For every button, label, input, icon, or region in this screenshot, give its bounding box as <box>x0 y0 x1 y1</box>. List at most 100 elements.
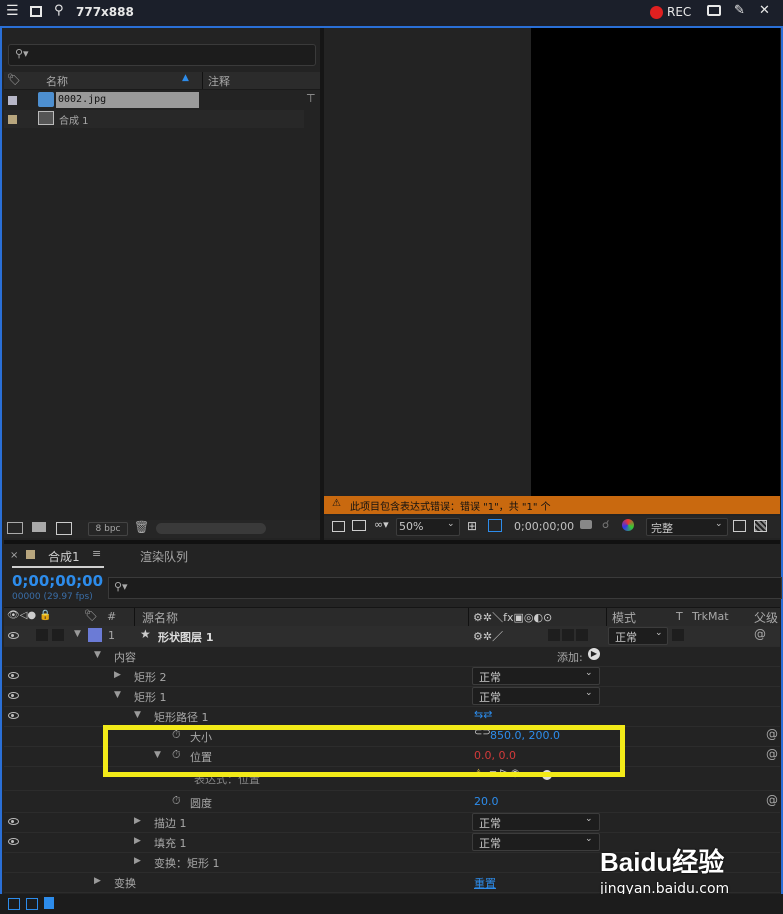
solo-toggle[interactable] <box>52 629 64 641</box>
group-name[interactable]: 描边 1 <box>154 815 187 831</box>
current-time-display[interactable]: 0;00;00;00 <box>12 572 103 590</box>
flowchart-icon[interactable]: ⊤ <box>306 92 316 105</box>
blend-mode-dropdown[interactable]: 正常 ⌄ <box>472 687 600 705</box>
timeline-search-input[interactable]: ⚲▾ <box>108 577 782 599</box>
new-folder-icon[interactable] <box>32 522 46 532</box>
close-tab-icon[interactable]: × <box>10 550 18 561</box>
parent-pickwhip-icon[interactable]: @ <box>754 627 766 641</box>
collapse-triangle-icon[interactable]: ▼ <box>134 710 141 720</box>
path-direction-icon[interactable]: ⇆⇄ <box>474 708 492 721</box>
switch-box[interactable] <box>562 629 574 641</box>
sort-ascending-icon[interactable]: ▲ <box>182 73 189 83</box>
camera-icon[interactable] <box>707 5 721 16</box>
eye-icon[interactable] <box>8 692 19 699</box>
layer-row[interactable]: ▼ 1 ★ 形状图层 1 ⚙✲／ 正常 ⌄ @ <box>4 626 780 647</box>
interpret-footage-icon[interactable] <box>7 522 23 534</box>
new-composition-icon[interactable] <box>56 522 72 535</box>
eye-icon[interactable] <box>8 632 19 639</box>
av-features-icons[interactable]: 👁◁● 🔒 <box>7 610 52 621</box>
switch-box[interactable] <box>548 629 560 641</box>
tab-composition[interactable]: 合成1 <box>48 548 80 565</box>
switch-box[interactable] <box>576 629 588 641</box>
transparency-grid-icon[interactable] <box>754 520 767 532</box>
project-item[interactable]: 0002.jpg ⊤ <box>4 91 316 109</box>
record-icon[interactable] <box>650 6 663 19</box>
layer-mode-dropdown[interactable]: 正常 ⌄ <box>608 627 668 645</box>
column-mode[interactable]: 模式 <box>612 609 636 626</box>
property-group-stroke[interactable]: ▶ 描边 1 正常 ⌄ <box>4 812 780 833</box>
project-item-name[interactable]: 0002.jpg <box>56 92 199 108</box>
property-roundness[interactable]: ⏱ 圆度 20.0 @ <box>4 792 780 813</box>
collapse-triangle-icon[interactable]: ▼ <box>74 629 81 639</box>
lock-toggle[interactable] <box>36 629 48 641</box>
column-source-name[interactable]: 源名称 <box>142 609 178 626</box>
tab-menu-icon[interactable]: ≡ <box>92 547 101 560</box>
column-comment[interactable]: 注释 <box>208 73 230 89</box>
column-trkmat[interactable]: TrkMat <box>692 610 729 623</box>
expand-triangle-icon[interactable]: ▶ <box>94 876 101 886</box>
pen-icon[interactable]: ✎ <box>734 3 745 18</box>
viewer-timecode[interactable]: 0;00;00;00 <box>514 520 574 533</box>
collapse-triangle-icon[interactable]: ▼ <box>94 650 101 660</box>
parent-pickwhip-icon[interactable]: @ <box>766 727 778 741</box>
label-swatch[interactable] <box>8 96 17 105</box>
reset-link[interactable]: 重置 <box>474 875 496 891</box>
label-swatch[interactable] <box>8 115 17 124</box>
preserve-transparency-box[interactable] <box>672 629 684 641</box>
tab-render-queue[interactable]: 渲染队列 <box>140 548 188 565</box>
expression-error-bar[interactable]: ⚠ 此项目包含表达式错误：错误 "1"，共 "1" 个 <box>324 496 780 514</box>
stopwatch-icon[interactable]: ⏱ <box>172 794 181 808</box>
roundness-value[interactable]: 20.0 <box>474 795 499 808</box>
column-name[interactable]: 名称 <box>46 73 68 89</box>
group-name[interactable]: 填充 1 <box>154 835 187 851</box>
layer-label-swatch[interactable] <box>88 628 102 642</box>
column-parent[interactable]: 父级 <box>754 609 778 626</box>
eye-icon[interactable] <box>8 838 19 845</box>
group-name[interactable]: 变换：矩形 1 <box>154 855 220 871</box>
trash-icon[interactable]: 🗑 <box>134 520 149 534</box>
label-tag-icon[interactable]: 🏷 <box>7 73 21 86</box>
project-item[interactable]: 合成 1 <box>4 110 304 128</box>
group-name[interactable]: 矩形 1 <box>134 689 167 705</box>
color-channels-icon[interactable] <box>622 519 634 531</box>
monitor-icon[interactable] <box>352 520 366 531</box>
rec-label[interactable]: REC <box>667 5 691 19</box>
grid-icon[interactable]: ⊞ <box>467 519 477 533</box>
parent-pickwhip-icon[interactable]: @ <box>766 747 778 761</box>
parent-pickwhip-icon[interactable]: @ <box>766 793 778 807</box>
always-preview-icon[interactable] <box>332 521 345 532</box>
layer-name[interactable]: 形状图层 1 <box>158 629 213 645</box>
resolution-dropdown[interactable]: 完整 ⌄ <box>646 518 728 536</box>
group-name[interactable]: 矩形 2 <box>134 669 167 685</box>
property-group-rect2[interactable]: ▶ 矩形 2 正常 ⌄ <box>4 666 780 687</box>
snapshot-icon[interactable] <box>580 520 592 529</box>
horizontal-scrollbar[interactable] <box>156 523 266 534</box>
fast-preview-icon[interactable] <box>733 520 746 532</box>
toggle-switches-icon[interactable] <box>44 897 54 909</box>
blend-mode-dropdown[interactable]: 正常 ⌄ <box>472 813 600 831</box>
switches-icons[interactable]: ⚙✲＼fx▣◎◐⊙ <box>473 609 552 625</box>
label-tag-icon[interactable]: 🏷 <box>84 609 98 622</box>
render-time-icon[interactable] <box>26 898 38 910</box>
region-of-interest-icon[interactable] <box>488 519 502 532</box>
column-number[interactable]: # <box>107 610 116 623</box>
project-item-name[interactable]: 合成 1 <box>59 112 89 127</box>
close-icon[interactable]: ✕ <box>759 3 770 18</box>
magnification-dropdown[interactable]: 50% ⌄ <box>396 518 460 536</box>
expand-triangle-icon[interactable]: ▶ <box>134 816 141 826</box>
property-group-contents[interactable]: ▼ 内容 添加: ▶ <box>4 646 780 667</box>
group-name[interactable]: 矩形路径 1 <box>154 709 209 725</box>
column-t[interactable]: T <box>676 610 683 623</box>
expand-triangle-icon[interactable]: ▶ <box>134 856 141 866</box>
layer-switches-icons[interactable]: ⚙✲／ <box>473 628 503 644</box>
menu-icon[interactable]: ☰ <box>6 3 19 19</box>
add-menu-icon[interactable]: ▶ <box>588 648 600 660</box>
show-snapshot-icon[interactable]: ☌ <box>602 518 609 531</box>
blend-mode-dropdown[interactable]: 正常 ⌄ <box>472 667 600 685</box>
blend-mode-dropdown[interactable]: 正常 ⌄ <box>472 833 600 851</box>
property-group-rect-path[interactable]: ▼ 矩形路径 1 ⇆⇄ <box>4 706 780 727</box>
expand-triangle-icon[interactable]: ▶ <box>134 836 141 846</box>
project-search-input[interactable]: ⚲▾ <box>8 44 316 66</box>
property-group-rect1[interactable]: ▼ 矩形 1 正常 ⌄ <box>4 686 780 707</box>
column-divider[interactable] <box>202 72 203 89</box>
